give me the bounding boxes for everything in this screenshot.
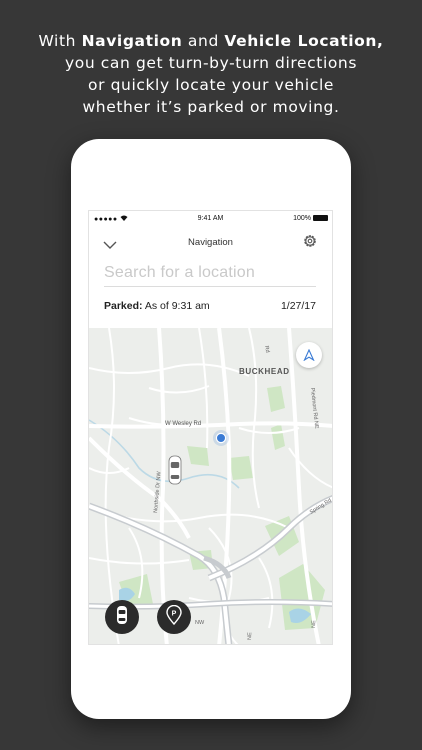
map-label-ne-a: NE bbox=[247, 632, 253, 640]
app-screen: ●●●●● 9:41 AM 100% Navigation Search for… bbox=[88, 210, 333, 645]
caption-text: With bbox=[38, 32, 82, 50]
map-view[interactable]: BUCKHEAD W Wesley Rd Northside Dr NW Pie… bbox=[89, 328, 333, 645]
parked-time: As of 9:31 am bbox=[144, 300, 210, 312]
park-area bbox=[267, 386, 285, 412]
map-label-nw: NW bbox=[195, 620, 205, 626]
caption-bold-navigation: Navigation bbox=[81, 32, 183, 50]
gear-icon[interactable] bbox=[302, 233, 318, 253]
caption-line-3: or quickly locate your vehicle bbox=[88, 76, 334, 94]
vehicle-marker-icon[interactable] bbox=[168, 455, 182, 485]
parked-date: 1/27/17 bbox=[280, 300, 316, 312]
status-bar: ●●●●● 9:41 AM 100% bbox=[89, 211, 332, 227]
caption-bold-vehicle-location: Vehicle Location, bbox=[224, 32, 384, 50]
car-icon bbox=[116, 605, 128, 629]
battery-indicator: 100% bbox=[293, 215, 328, 222]
locate-vehicle-button[interactable] bbox=[105, 600, 139, 634]
parked-status: Parked: As of 9:31 am 1/27/17 bbox=[104, 300, 316, 312]
map-label-ne-b: NE bbox=[311, 620, 317, 628]
battery-percent: 100% bbox=[293, 215, 311, 222]
map-label-wesley: W Wesley Rd bbox=[165, 421, 201, 427]
nav-bar: Navigation bbox=[89, 227, 332, 257]
page-title: Navigation bbox=[188, 237, 233, 248]
park-area bbox=[187, 446, 209, 466]
user-location-dot bbox=[215, 432, 227, 444]
svg-text:P: P bbox=[172, 611, 177, 618]
caption-line-4: whether it’s parked or moving. bbox=[82, 98, 340, 116]
parking-location-button[interactable]: P bbox=[157, 600, 191, 634]
parking-pin-icon: P bbox=[166, 604, 182, 629]
caption-line-1: With Navigation and Vehicle Location, bbox=[0, 30, 422, 52]
map-label-buckhead: BUCKHEAD bbox=[239, 367, 290, 376]
navigation-arrow-icon[interactable] bbox=[296, 342, 322, 368]
caption-line-2: you can get turn-by-turn directions bbox=[64, 54, 358, 72]
battery-icon bbox=[313, 215, 328, 221]
park-area bbox=[271, 424, 285, 450]
marketing-caption: With Navigation and Vehicle Location, yo… bbox=[0, 30, 422, 118]
map-label-rd: Rd bbox=[263, 345, 270, 353]
caption-text: and bbox=[182, 32, 225, 50]
park-area bbox=[229, 456, 253, 480]
parked-label: Parked: bbox=[104, 300, 143, 312]
search-input[interactable]: Search for a location bbox=[104, 264, 316, 287]
map-canvas[interactable]: BUCKHEAD W Wesley Rd Northside Dr NW Pie… bbox=[89, 328, 333, 645]
